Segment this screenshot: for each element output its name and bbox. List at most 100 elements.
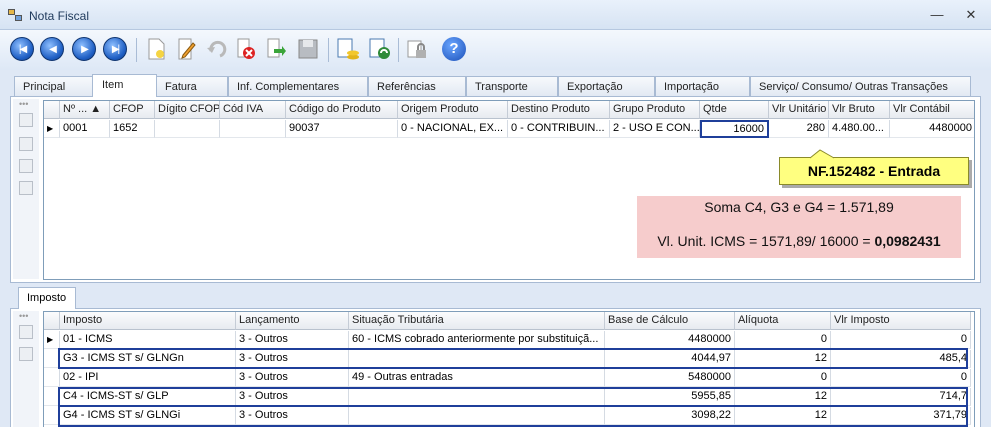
table-cell[interactable]: 5480000 (605, 369, 735, 387)
row-indicator-header (44, 312, 60, 330)
current-row-icon: ▶ (44, 120, 60, 138)
table-cell[interactable]: 0 - CONTRIBUIN... (508, 120, 610, 138)
highlight-box-g3 (58, 348, 968, 369)
delete-row-icon[interactable] (19, 181, 33, 195)
new-document-icon[interactable] (142, 34, 170, 64)
list-row-icon[interactable] (19, 325, 33, 339)
column-header[interactable]: Vlr Unitário (769, 101, 829, 119)
app-window-icon (8, 9, 24, 23)
column-header[interactable]: Nº ... ▲ (60, 101, 110, 119)
column-header[interactable]: Código do Produto (286, 101, 398, 119)
toolbar-separator (136, 38, 137, 62)
table-cell[interactable]: 3 - Outros (236, 331, 349, 349)
lock-icon[interactable] (403, 34, 431, 64)
tab-referencias[interactable]: Referências (368, 76, 466, 96)
list-row-icon[interactable] (19, 137, 33, 151)
tab-principal[interactable]: Principal (14, 76, 96, 96)
note-line-1: Soma C4, G3 e G4 = 1.571,89 (704, 199, 894, 215)
table-cell[interactable]: 0001 (60, 120, 110, 138)
tab-servico-consumo[interactable]: Serviço/ Consumo/ Outras Transações (750, 76, 971, 96)
table-cell[interactable]: 90037 (286, 120, 398, 138)
undo-icon[interactable] (202, 34, 230, 64)
toolbar-separator (328, 38, 329, 62)
note-formula: Vl. Unit. ICMS = 1571,89/ 16000 = (657, 233, 875, 249)
edit-row-icon[interactable] (19, 159, 33, 173)
table-cell[interactable]: 4.480.00... (829, 120, 890, 138)
table-cell[interactable]: 4480000 (890, 120, 974, 138)
close-icon[interactable]: ✕ (960, 6, 982, 24)
tab-item[interactable]: Item (92, 74, 157, 97)
grip-icon: ••• (19, 311, 29, 321)
column-header[interactable]: Situação Tributária (349, 312, 605, 330)
refresh-report-icon[interactable] (366, 34, 394, 64)
table-cell[interactable]: 0 (831, 369, 971, 387)
table-cell[interactable]: 60 - ICMS cobrado anteriormente por subs… (349, 331, 605, 349)
column-header[interactable]: Base de Cálculo (605, 312, 735, 330)
table-cell[interactable] (220, 120, 286, 138)
table-cell[interactable]: 1652 (110, 120, 155, 138)
table-cell[interactable]: 0 - NACIONAL, EX... (398, 120, 508, 138)
grip-icon: ••• (19, 99, 29, 109)
tab-exportacao[interactable]: Exportação (558, 76, 655, 96)
table-cell-selected[interactable]: 16000 (700, 120, 769, 138)
tab-transporte[interactable]: Transporte (466, 76, 558, 96)
annotation-note: Soma C4, G3 e G4 = 1.571,89 Vl. Unit. IC… (637, 196, 961, 258)
title-bar: Nota Fiscal — ✕ (0, 0, 991, 30)
column-header[interactable]: Origem Produto (398, 101, 508, 119)
column-header[interactable]: Imposto (60, 312, 236, 330)
save-disk-icon[interactable] (294, 34, 322, 64)
previous-record-icon[interactable]: ◀ (38, 34, 66, 64)
toolbar-separator (398, 38, 399, 62)
column-header[interactable]: Dígito CFOP (155, 101, 220, 119)
imposto-side-toolbar: ••• (13, 311, 39, 427)
note-result: 0,0982431 (874, 233, 941, 249)
column-header[interactable]: Vlr Bruto (829, 101, 890, 119)
column-header[interactable]: Cód IVA (220, 101, 286, 119)
sort-ascending-icon: ▲ (90, 103, 102, 115)
column-header[interactable]: Lançamento (236, 312, 349, 330)
table-cell[interactable]: 0 (735, 369, 831, 387)
item-side-toolbar: ••• (13, 99, 39, 279)
column-header[interactable]: Destino Produto (508, 101, 610, 119)
next-record-icon[interactable]: ▶ (70, 34, 98, 64)
column-header[interactable]: Vlr Imposto (831, 312, 971, 330)
callout-label: NF.152482 - Entrada (779, 157, 969, 185)
table-cell[interactable]: 0 (735, 331, 831, 349)
column-header[interactable]: Vlr Contábil (890, 101, 974, 119)
first-record-icon[interactable]: |◀ (8, 34, 36, 64)
tab-importacao[interactable]: Importação (655, 76, 750, 96)
import-icon[interactable] (262, 34, 290, 64)
help-icon[interactable]: ? (440, 34, 468, 64)
row-indicator (44, 369, 60, 387)
table-cell[interactable] (155, 120, 220, 138)
window-title: Nota Fiscal (29, 9, 90, 23)
tab-inf-complementares[interactable]: Inf. Complementares (228, 76, 368, 96)
last-record-icon[interactable]: ▶| (101, 34, 129, 64)
column-header[interactable]: Qtde (700, 101, 769, 119)
column-header[interactable]: Grupo Produto (610, 101, 700, 119)
delete-row-icon[interactable] (19, 347, 33, 361)
table-cell[interactable]: 01 - ICMS (60, 331, 236, 349)
table-cell[interactable]: 280 (769, 120, 829, 138)
delete-icon[interactable] (232, 34, 260, 64)
tab-imposto[interactable]: Imposto (18, 287, 76, 309)
main-tabs: Principal Item Fatura Inf. Complementare… (0, 74, 991, 97)
table-cell[interactable]: 49 - Outras entradas (349, 369, 605, 387)
table-cell[interactable]: 02 - IPI (60, 369, 236, 387)
toolbar: |◀ ◀ ▶ ▶| ? (0, 30, 991, 70)
table-cell[interactable]: 2 - USO E CON... (610, 120, 700, 138)
table-cell[interactable]: 3 - Outros (236, 369, 349, 387)
note-line-2: Vl. Unit. ICMS = 1571,89/ 16000 = 0,0982… (637, 233, 961, 249)
current-row-icon: ▶ (44, 331, 60, 349)
minimize-icon[interactable]: — (926, 6, 948, 24)
tab-fatura[interactable]: Fatura (156, 76, 228, 96)
highlight-box-c4 (58, 387, 968, 407)
edit-pencil-icon[interactable] (172, 34, 200, 64)
table-cell[interactable]: 4480000 (605, 331, 735, 349)
header-label: Nº ... (63, 103, 88, 115)
stack-coins-icon[interactable] (334, 34, 362, 64)
table-cell[interactable]: 0 (831, 331, 971, 349)
column-header[interactable]: Alíquota (735, 312, 831, 330)
add-row-icon[interactable] (19, 113, 33, 127)
column-header[interactable]: CFOP (110, 101, 155, 119)
